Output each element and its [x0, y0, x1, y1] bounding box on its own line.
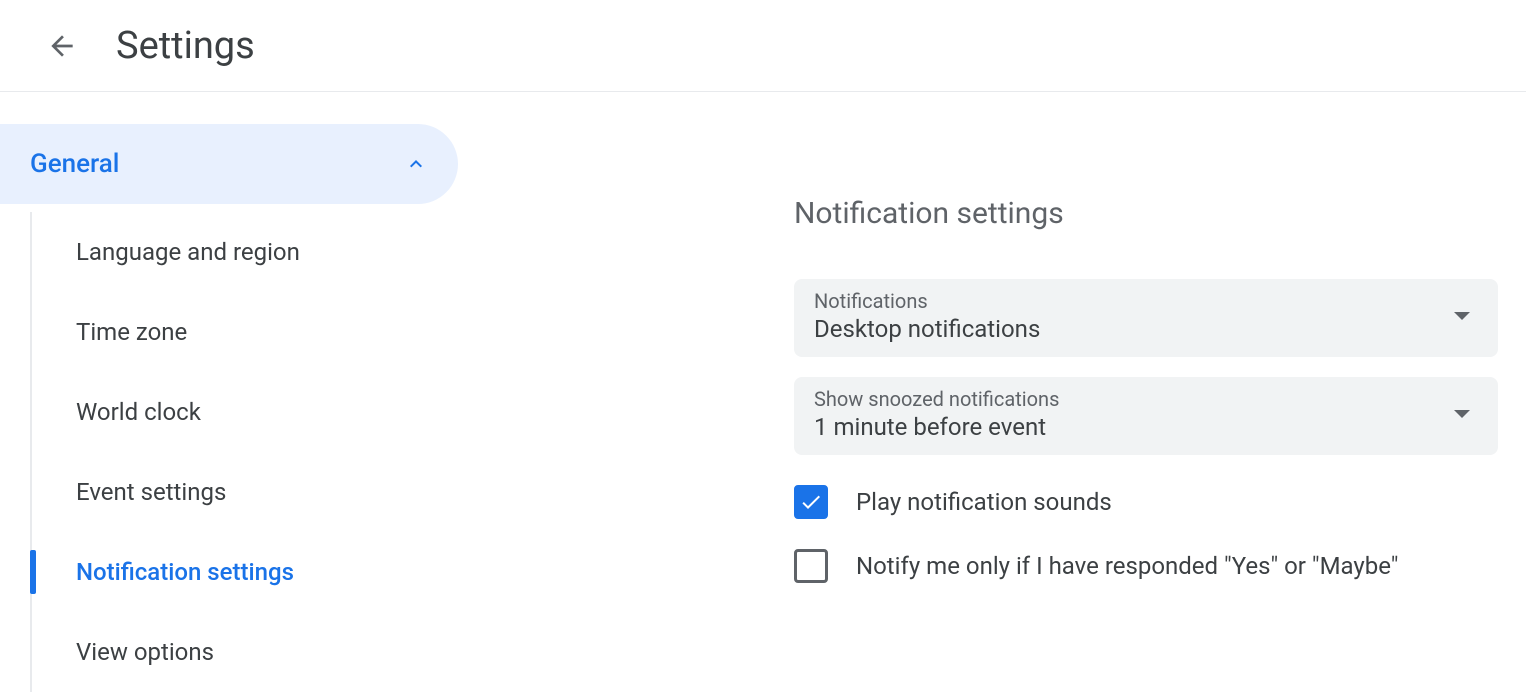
caret-down-icon: [1454, 312, 1470, 320]
sidebar-item-event-settings[interactable]: Event settings: [32, 452, 460, 532]
play-sounds-checkbox-row[interactable]: Play notification sounds: [794, 485, 1498, 519]
select-content: Show snoozed notifications 1 minute befo…: [814, 387, 1059, 441]
checkbox[interactable]: [794, 549, 828, 583]
notify-yes-maybe-checkbox-row[interactable]: Notify me only if I have responded "Yes"…: [794, 549, 1498, 583]
checkbox[interactable]: [794, 485, 828, 519]
sidebar-group-general[interactable]: General: [0, 124, 458, 204]
select-value: 1 minute before event: [814, 413, 1059, 441]
sidebar: General Language and region Time zone Wo…: [0, 92, 460, 686]
sidebar-item-label: View options: [76, 638, 214, 666]
sidebar-item-language-region[interactable]: Language and region: [32, 212, 460, 292]
section-title: Notification settings: [794, 196, 1498, 231]
checkbox-label: Play notification sounds: [856, 488, 1112, 516]
sidebar-item-view-options[interactable]: View options: [32, 612, 460, 692]
sidebar-item-label: Notification settings: [76, 558, 294, 586]
sidebar-item-label: Event settings: [76, 478, 226, 506]
content: General Language and region Time zone Wo…: [0, 92, 1526, 686]
sidebar-list: Language and region Time zone World cloc…: [30, 212, 460, 692]
sidebar-group-label: General: [30, 149, 119, 179]
notifications-select[interactable]: Notifications Desktop notifications: [794, 279, 1498, 357]
select-value: Desktop notifications: [814, 315, 1040, 343]
sidebar-item-label: Time zone: [76, 318, 187, 346]
sidebar-item-notification-settings[interactable]: Notification settings: [32, 532, 460, 612]
checkbox-label: Notify me only if I have responded "Yes"…: [856, 552, 1398, 580]
select-label: Show snoozed notifications: [814, 387, 1059, 411]
page-title: Settings: [116, 24, 255, 68]
caret-down-icon: [1454, 410, 1470, 418]
main: Notification settings Notifications Desk…: [460, 92, 1526, 686]
snoozed-notifications-select[interactable]: Show snoozed notifications 1 minute befo…: [794, 377, 1498, 455]
app-header: Settings: [0, 0, 1526, 92]
select-content: Notifications Desktop notifications: [814, 289, 1040, 343]
check-icon: [799, 490, 823, 514]
back-button[interactable]: [38, 22, 86, 70]
select-label: Notifications: [814, 289, 1040, 313]
sidebar-item-label: World clock: [76, 398, 201, 426]
sidebar-item-world-clock[interactable]: World clock: [32, 372, 460, 452]
arrow-left-icon: [46, 30, 78, 62]
sidebar-item-label: Language and region: [76, 238, 300, 266]
chevron-up-icon: [404, 152, 428, 176]
sidebar-item-time-zone[interactable]: Time zone: [32, 292, 460, 372]
